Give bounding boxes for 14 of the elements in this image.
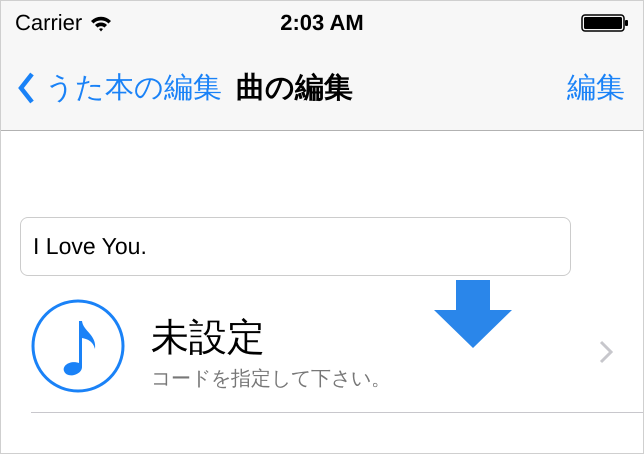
battery-icon	[581, 14, 629, 32]
chevron-right-icon	[599, 340, 613, 364]
chord-hint: コードを指定して下さい。	[151, 364, 391, 392]
chord-title: 未設定	[151, 314, 266, 360]
carrier-name: Carrier	[15, 10, 82, 36]
edit-button[interactable]: 編集	[567, 68, 625, 108]
wifi-icon	[90, 14, 112, 32]
screen-title: 曲の編集	[236, 68, 353, 106]
back-chevron-icon	[17, 70, 35, 104]
music-note-icon	[31, 299, 125, 393]
back-button[interactable]: うた本の編集	[17, 68, 222, 108]
status-time: 2:03 AM	[279, 10, 365, 36]
down-arrow-icon	[434, 280, 512, 348]
song-title-field[interactable]: I Love You.	[20, 217, 571, 276]
